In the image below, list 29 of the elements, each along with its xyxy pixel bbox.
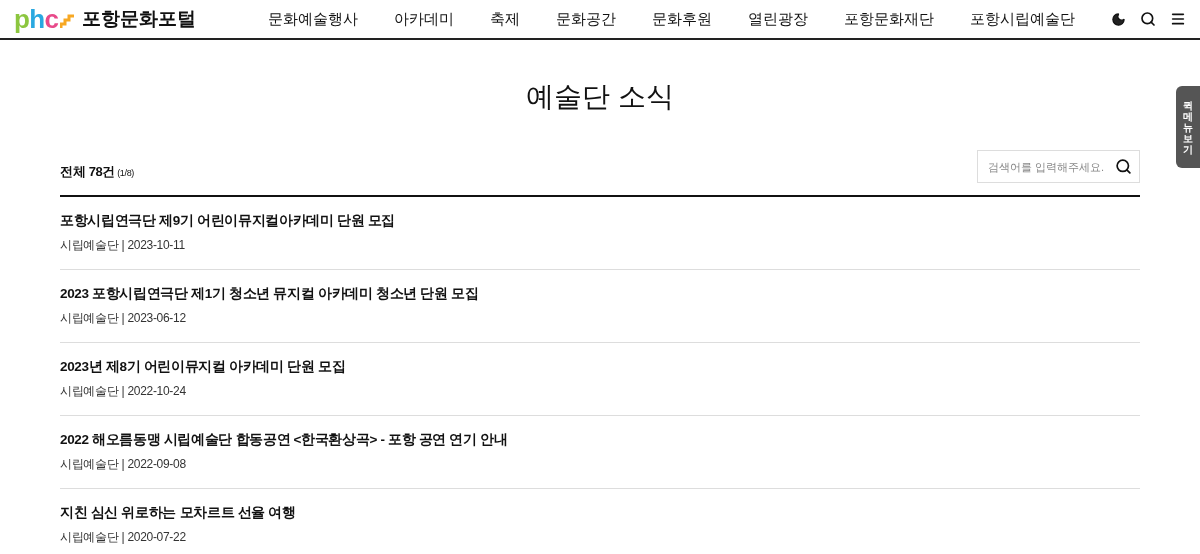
post-meta: 시립예술단 | 2023-10-11 xyxy=(60,237,186,253)
stairs-icon xyxy=(60,13,77,29)
quick-menu-tab[interactable]: 퀵메뉴보기 xyxy=(1176,86,1200,168)
site-name[interactable]: 포항문화포털 xyxy=(82,4,197,34)
post-title[interactable]: 2023년 제8기 어린이뮤지컬 아카데미 단원 모집 xyxy=(60,359,1140,376)
nav-link[interactable]: 축제 xyxy=(490,7,520,31)
nav-link[interactable]: 문화예술행사 xyxy=(268,7,358,31)
post-meta: 시립예술단 | 2022-10-24 xyxy=(60,383,187,399)
total-count: 전체 78건(1/8) xyxy=(60,162,134,181)
nav-link[interactable]: 문화후원 xyxy=(652,7,712,31)
post-title[interactable]: 2022 해오름동맹 시립예술단 합동공연 <한국환상곡> - 포항 공연 연기 안내 xyxy=(60,432,1140,449)
menu-icon[interactable] xyxy=(1170,11,1186,27)
nav-link[interactable]: 아카데미 xyxy=(394,7,454,31)
nav-link[interactable]: 포항시립예술단 xyxy=(970,7,1075,31)
post-title[interactable]: 2023 포항시립연극단 제1기 청소년 뮤지컬 아카데미 청소년 단원 모집 xyxy=(60,286,1140,303)
page-title: 예술단 소식 xyxy=(526,80,674,114)
post-title[interactable]: 지친 심신 위로하는 모차르트 선율 여행 xyxy=(60,505,1140,522)
search-icon[interactable] xyxy=(1140,11,1156,27)
post-meta: 시립예술단 | 2020-07-22 xyxy=(60,529,187,545)
nav-link[interactable]: 문화공간 xyxy=(556,7,616,31)
nav-link[interactable]: 열린광장 xyxy=(748,7,808,31)
post-meta: 시립예술단 | 2023-06-12 xyxy=(60,310,187,326)
dark-mode-icon[interactable] xyxy=(1111,11,1126,27)
search-field[interactable]: 검색어를 입력해주세요. xyxy=(977,150,1140,183)
post-title[interactable]: 포항시립연극단 제9기 어린이뮤지컬아카데미 단원 모집 xyxy=(60,213,1140,230)
nav-link[interactable]: 포항문화재단 xyxy=(844,7,934,31)
search-icon[interactable] xyxy=(1115,158,1132,175)
logo-mark[interactable]: phc xyxy=(14,6,77,32)
post-meta: 시립예술단 | 2022-09-08 xyxy=(60,456,187,472)
